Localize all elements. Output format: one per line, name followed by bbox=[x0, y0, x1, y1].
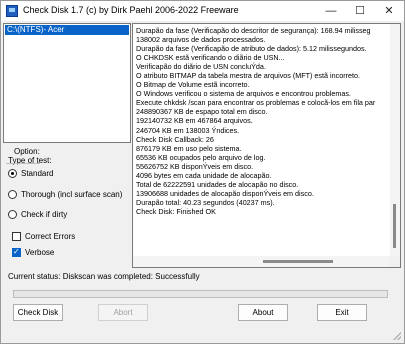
log-output[interactable]: Durapão da fase (Verificapão do descrito… bbox=[132, 23, 401, 268]
maximize-button[interactable]: ☐ bbox=[346, 3, 374, 19]
progress-bar bbox=[13, 290, 388, 298]
minimize-button[interactable]: — bbox=[317, 3, 345, 19]
standard-radio[interactable] bbox=[8, 169, 17, 178]
verbose-label[interactable]: Verbose bbox=[25, 248, 54, 257]
log-line: Durapão da fase (Verificapão de atributo… bbox=[136, 44, 367, 54]
log-line: 4096 bytes em cada unidade de alocapão. bbox=[136, 170, 272, 180]
correct-errors-checkbox[interactable] bbox=[12, 232, 21, 241]
drive-item[interactable]: C:\(NTFS)- Acer bbox=[5, 25, 129, 35]
thorough-radio[interactable] bbox=[8, 190, 17, 199]
correct-errors-label[interactable]: Correct Errors bbox=[25, 232, 75, 241]
drive-list[interactable]: C:\(NTFS)- Acer bbox=[3, 23, 131, 143]
disk-app-icon bbox=[6, 5, 18, 17]
log-line: 55626752 KB disponÝveis em disco. bbox=[136, 161, 254, 171]
standard-label[interactable]: Standard bbox=[21, 169, 53, 178]
exit-button[interactable]: Exit bbox=[317, 304, 367, 321]
check-if-dirty-radio[interactable] bbox=[8, 210, 17, 219]
log-line: 248890367 KB de espapo total em disco. bbox=[136, 107, 268, 117]
log-line: Check Disk Callback: 26 bbox=[136, 134, 214, 144]
scrollbar-thumb[interactable] bbox=[393, 204, 396, 248]
check-disk-button[interactable]: Check Disk bbox=[13, 304, 63, 321]
log-lines: Durapão da fase (Verificapão do descrito… bbox=[136, 26, 388, 216]
window-title: Check Disk 1.7 (c) by Dirk Paehl 2006-20… bbox=[23, 5, 239, 15]
log-line: Durapão total: 40.23 segundos (40237 ms)… bbox=[136, 197, 275, 207]
divider bbox=[6, 163, 40, 164]
log-line: 13906688 unidades de alocapão disponÝvei… bbox=[136, 188, 314, 198]
log-line: 138002 arquivos de dados processados. bbox=[136, 35, 266, 45]
scrollbar-thumb[interactable] bbox=[263, 260, 333, 263]
log-line: 876179 KB em uso pelo sistema. bbox=[136, 143, 242, 153]
close-button[interactable]: ✕ bbox=[375, 3, 403, 19]
log-line: 192140732 KB em 467864 arquivos. bbox=[136, 116, 253, 126]
log-line: Execute chkdsk /scan para encontrar os p… bbox=[136, 98, 376, 108]
scrollbar-corner bbox=[390, 256, 400, 267]
log-vertical-scrollbar[interactable] bbox=[390, 24, 400, 256]
verbose-checkbox[interactable] bbox=[12, 247, 21, 257]
abort-button[interactable]: Abort bbox=[98, 304, 148, 321]
log-line: Check Disk: Finished OK bbox=[136, 206, 216, 216]
about-button[interactable]: About bbox=[238, 304, 288, 321]
log-line: Total de 62222591 unidades de alocapão n… bbox=[136, 179, 299, 189]
log-line: 65536 KB ocupados pelo arquivo de log. bbox=[136, 152, 266, 162]
log-line: Durapão da fase (Verificapão do descrito… bbox=[136, 26, 371, 35]
resize-grip[interactable] bbox=[393, 332, 401, 340]
log-line: O CHKDSK estã verificando o diãrio de US… bbox=[136, 53, 285, 63]
log-line: Verificapão do diãrio de USN concluÝda. bbox=[136, 62, 266, 72]
log-horizontal-scrollbar[interactable] bbox=[133, 256, 392, 267]
log-line: 246704 KB em 138003 Ýndices. bbox=[136, 125, 240, 135]
thorough-label[interactable]: Thorough (incl surface scan) bbox=[21, 190, 122, 199]
options-legend: Option: bbox=[14, 147, 40, 156]
title-bar[interactable]: Check Disk 1.7 (c) by Dirk Paehl 2006-20… bbox=[1, 1, 404, 21]
options-group: Option: Type of test: Standard Thorough … bbox=[4, 147, 129, 263]
app-window: Check Disk 1.7 (c) by Dirk Paehl 2006-20… bbox=[0, 0, 405, 344]
log-line: O Windows verificou o sistema de arquivo… bbox=[136, 89, 351, 99]
status-text: Current status: Diskscan was completed: … bbox=[8, 272, 200, 281]
check-if-dirty-label[interactable]: Check if dirty bbox=[21, 210, 67, 219]
log-line: O Bitmap de Volume estã incorreto. bbox=[136, 80, 250, 90]
log-line: O atributo BITMAP da tabela mestra de ar… bbox=[136, 71, 360, 81]
